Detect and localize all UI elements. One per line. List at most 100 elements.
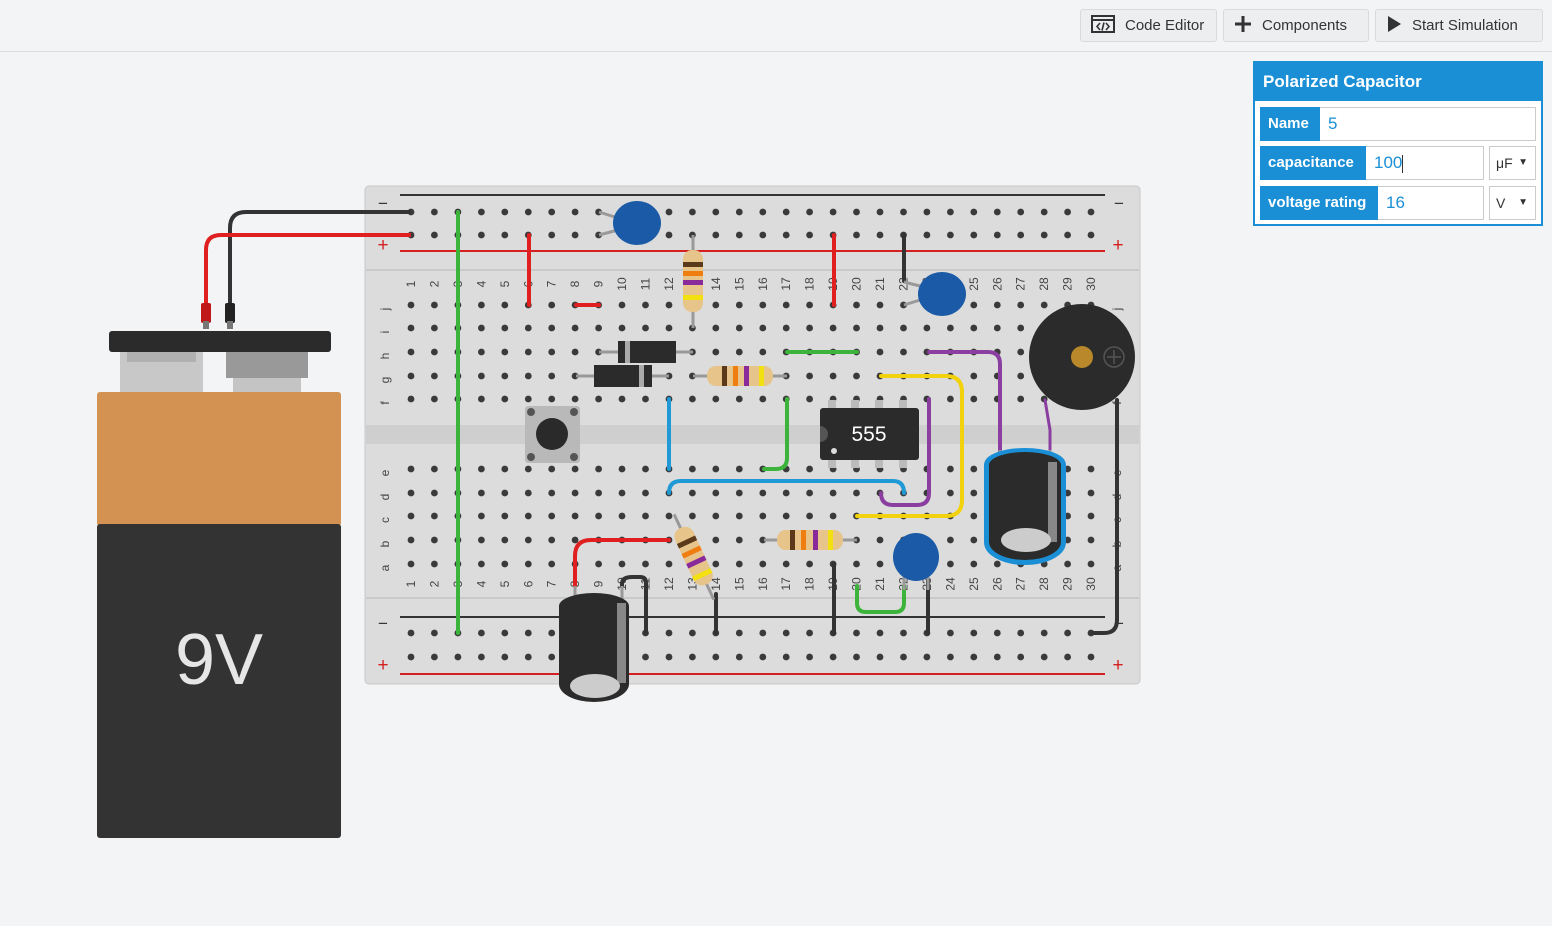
terminal-hole[interactable] (970, 489, 978, 497)
rail-hole[interactable] (876, 231, 884, 239)
rail-hole[interactable] (829, 653, 837, 661)
circuit-canvas[interactable]: − + − + − + − + 112233445566778899101011… (0, 0, 1552, 926)
terminal-hole[interactable] (618, 324, 626, 332)
terminal-hole[interactable] (970, 560, 978, 568)
terminal-hole[interactable] (759, 512, 767, 520)
terminal-hole[interactable] (431, 560, 438, 568)
terminal-hole[interactable] (689, 512, 696, 520)
terminal-hole[interactable] (876, 324, 884, 332)
rail-hole[interactable] (993, 231, 1001, 239)
terminal-hole[interactable] (431, 512, 438, 520)
terminal-hole[interactable] (524, 489, 532, 497)
terminal-hole[interactable] (735, 465, 743, 473)
terminal-hole[interactable] (970, 536, 978, 544)
rail-hole[interactable] (548, 653, 556, 661)
terminal-hole[interactable] (853, 372, 860, 380)
terminal-hole[interactable] (571, 489, 579, 497)
rail-hole[interactable] (759, 231, 767, 239)
rail-hole[interactable] (1087, 231, 1095, 239)
terminal-hole[interactable] (923, 324, 931, 332)
rail-hole[interactable] (665, 208, 673, 216)
rail-hole[interactable] (1017, 629, 1025, 637)
terminal-hole[interactable] (642, 489, 649, 497)
terminal-hole[interactable] (829, 512, 837, 520)
rail-hole[interactable] (782, 653, 790, 661)
terminal-hole[interactable] (618, 489, 626, 497)
rail-hole[interactable] (501, 653, 509, 661)
terminal-hole[interactable] (782, 324, 790, 332)
terminal-hole[interactable] (829, 489, 837, 497)
rail-hole[interactable] (524, 208, 532, 216)
rail-hole[interactable] (407, 629, 415, 637)
terminal-hole[interactable] (806, 489, 813, 497)
terminal-hole[interactable] (595, 324, 602, 332)
rail-hole[interactable] (759, 653, 767, 661)
rail-hole[interactable] (501, 629, 509, 637)
rail-hole[interactable] (431, 231, 438, 239)
rail-hole[interactable] (947, 629, 954, 637)
terminal-hole[interactable] (548, 536, 556, 544)
rail-hole[interactable] (853, 208, 860, 216)
rail-hole[interactable] (665, 231, 673, 239)
terminal-hole[interactable] (735, 536, 743, 544)
terminal-hole[interactable] (407, 301, 415, 309)
rail-hole[interactable] (782, 231, 790, 239)
rail-hole[interactable] (735, 231, 743, 239)
terminal-hole[interactable] (806, 560, 813, 568)
rail-hole[interactable] (1064, 629, 1071, 637)
rail-hole[interactable] (923, 231, 931, 239)
terminal-hole[interactable] (993, 301, 1001, 309)
terminal-hole[interactable] (735, 489, 743, 497)
rail-hole[interactable] (782, 629, 790, 637)
terminal-hole[interactable] (524, 465, 532, 473)
terminal-hole[interactable] (829, 372, 837, 380)
rail-hole[interactable] (548, 208, 556, 216)
terminal-hole[interactable] (478, 489, 485, 497)
rail-hole[interactable] (923, 208, 931, 216)
terminal-hole[interactable] (735, 512, 743, 520)
terminal-hole[interactable] (478, 348, 485, 356)
terminal-hole[interactable] (501, 324, 509, 332)
rail-hole[interactable] (454, 653, 462, 661)
rail-hole[interactable] (947, 231, 954, 239)
rail-hole[interactable] (524, 653, 532, 661)
terminal-hole[interactable] (806, 512, 813, 520)
terminal-hole[interactable] (712, 348, 720, 356)
terminal-hole[interactable] (595, 512, 602, 520)
terminal-hole[interactable] (970, 301, 978, 309)
terminal-hole[interactable] (735, 348, 743, 356)
terminal-hole[interactable] (548, 465, 556, 473)
terminal-hole[interactable] (970, 465, 978, 473)
rail-hole[interactable] (689, 208, 696, 216)
terminal-hole[interactable] (595, 489, 602, 497)
terminal-hole[interactable] (689, 465, 696, 473)
rail-hole[interactable] (759, 629, 767, 637)
piezo-buzzer[interactable] (1029, 304, 1135, 410)
terminal-hole[interactable] (548, 512, 556, 520)
terminal-hole[interactable] (618, 560, 626, 568)
rail-hole[interactable] (993, 208, 1001, 216)
terminal-hole[interactable] (759, 489, 767, 497)
rail-hole[interactable] (829, 208, 837, 216)
rail-hole[interactable] (712, 208, 720, 216)
terminal-hole[interactable] (478, 395, 485, 403)
terminal-hole[interactable] (782, 512, 790, 520)
terminal-hole[interactable] (501, 395, 509, 403)
terminal-hole[interactable] (407, 560, 415, 568)
rail-hole[interactable] (571, 231, 579, 239)
terminal-hole[interactable] (947, 324, 954, 332)
rail-hole[interactable] (900, 629, 907, 637)
terminal-hole[interactable] (712, 489, 720, 497)
terminal-hole[interactable] (1040, 301, 1048, 309)
terminal-hole[interactable] (735, 395, 743, 403)
rail-hole[interactable] (735, 653, 743, 661)
terminal-hole[interactable] (524, 560, 532, 568)
rail-hole[interactable] (970, 208, 978, 216)
terminal-hole[interactable] (407, 465, 415, 473)
rail-hole[interactable] (431, 653, 438, 661)
terminal-hole[interactable] (876, 301, 884, 309)
terminal-hole[interactable] (665, 301, 673, 309)
terminal-hole[interactable] (501, 348, 509, 356)
rail-hole[interactable] (970, 653, 978, 661)
terminal-hole[interactable] (876, 560, 884, 568)
